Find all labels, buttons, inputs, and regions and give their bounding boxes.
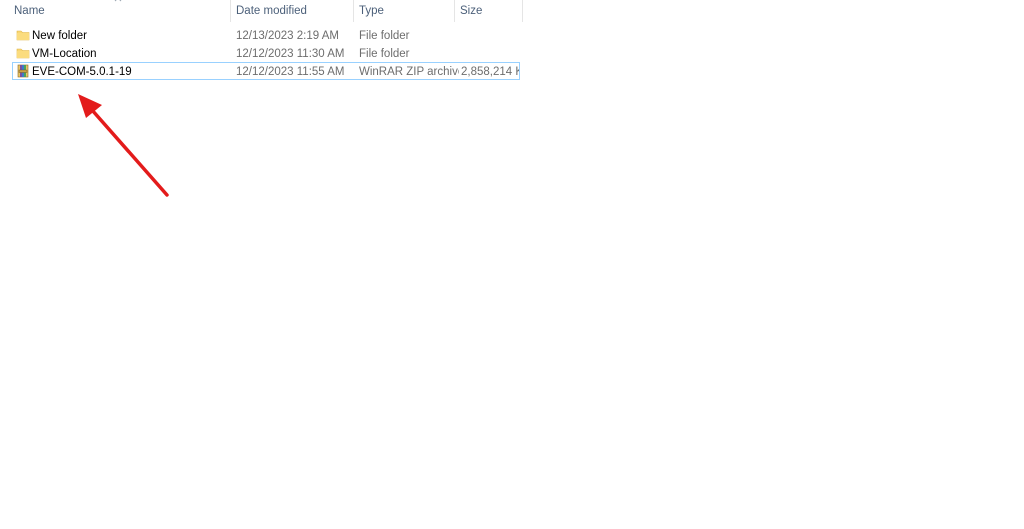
column-header-row: Name Date modified Type Size <box>0 0 523 22</box>
file-name: New folder <box>32 30 87 42</box>
file-row-eve-com-archive[interactable]: EVE-COM-5.0.1-19 12/12/2023 11:55 AM Win… <box>12 62 520 80</box>
file-name: VM-Location <box>32 48 97 60</box>
file-name: EVE-COM-5.0.1-19 <box>32 66 132 78</box>
column-header-type[interactable]: Type <box>354 0 455 22</box>
file-date-modified: 12/12/2023 11:55 AM <box>236 66 345 78</box>
file-type: WinRAR ZIP archive <box>359 66 459 78</box>
file-type: File folder <box>359 48 410 60</box>
column-header-size[interactable]: Size <box>455 0 523 22</box>
file-explorer: Name Date modified Type Size New folder … <box>0 0 1024 529</box>
zip-archive-icon <box>17 64 29 78</box>
file-size: 2,858,214 KB <box>461 66 519 78</box>
red-arrow-annotation-icon <box>78 94 169 197</box>
file-date-modified: 12/13/2023 2:19 AM <box>236 30 339 42</box>
column-header-name[interactable]: Name <box>9 0 231 22</box>
folder-icon <box>16 30 30 41</box>
column-header-date-modified[interactable]: Date modified <box>231 0 354 22</box>
folder-icon <box>16 48 30 59</box>
file-row-vm-location[interactable]: VM-Location 12/12/2023 11:30 AM File fol… <box>12 44 520 62</box>
file-list: New folder 12/13/2023 2:19 AM File folde… <box>12 26 520 80</box>
file-row-new-folder[interactable]: New folder 12/13/2023 2:19 AM File folde… <box>12 26 520 44</box>
file-type: File folder <box>359 30 410 42</box>
file-date-modified: 12/12/2023 11:30 AM <box>236 48 345 60</box>
